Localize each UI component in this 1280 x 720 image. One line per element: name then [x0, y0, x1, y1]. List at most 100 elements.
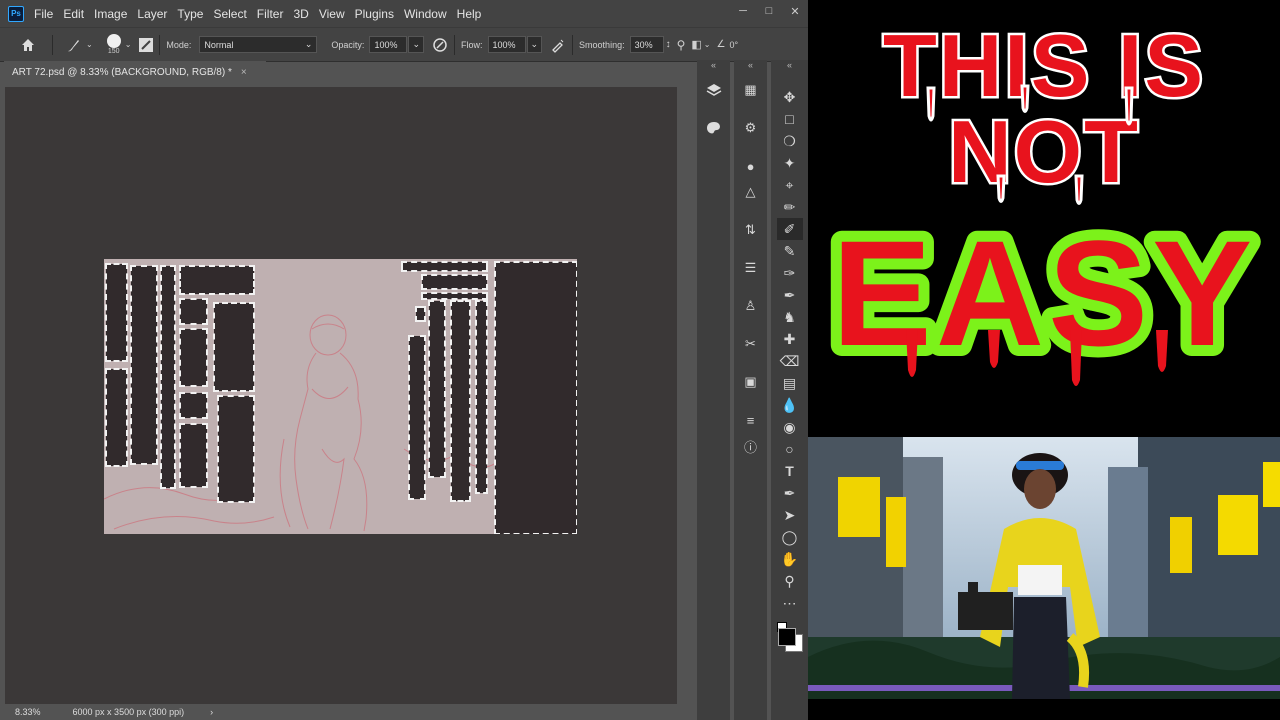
zoom-level[interactable]: 8.33% [15, 707, 41, 717]
brush-size-value: 150 [107, 48, 120, 55]
opacity-dropdown-icon[interactable]: ⌄ [408, 36, 424, 53]
menu-select[interactable]: Select [213, 7, 246, 21]
move-tool-icon[interactable]: ✥ [777, 86, 803, 108]
type-tool-icon[interactable]: T [777, 460, 803, 482]
healing-tool-icon[interactable]: ✚ [777, 328, 803, 350]
brush-size-picker[interactable]: 150 [106, 34, 121, 55]
channels-icon[interactable]: ⇅ [739, 218, 763, 242]
document-tab[interactable]: ART 72.psd @ 8.33% (BACKGROUND, RGB/8) *… [4, 61, 266, 84]
menu-3d[interactable]: 3D [293, 7, 308, 21]
close-tab-icon[interactable]: × [241, 67, 247, 78]
brush-settings-icon[interactable] [139, 37, 154, 52]
menu-help[interactable]: Help [457, 7, 482, 21]
path-selection-tool-icon[interactable]: ➤ [777, 504, 803, 526]
color-palette-icon[interactable] [702, 116, 726, 140]
menu-layer[interactable]: Layer [137, 7, 167, 21]
foreground-color-swatch[interactable] [777, 628, 796, 646]
menu-window[interactable]: Window [404, 7, 447, 21]
quick-select-tool-icon[interactable]: ✦ [777, 152, 803, 174]
gradient-tool-icon[interactable]: ▤ [777, 372, 803, 394]
menu-file[interactable]: File [34, 7, 53, 21]
info-icon[interactable]: ⓘ [739, 434, 763, 458]
home-icon[interactable] [20, 37, 36, 53]
collapse-dock-icon[interactable]: « [697, 60, 730, 70]
pen-tool-icon[interactable]: ✒ [777, 482, 803, 504]
dodge-tool-icon[interactable]: ◉ [777, 416, 803, 438]
brush-tool-icon[interactable]: ✐ [776, 218, 803, 240]
smoothing-value: 30% [634, 39, 653, 50]
panel-dock-left: « [697, 60, 730, 720]
opacity-value: 100% [374, 39, 398, 50]
flow-dropdown-icon[interactable]: ⌄ [526, 36, 543, 53]
marquee-tool-icon[interactable]: □ [777, 108, 803, 130]
symmetry-icon[interactable]: ◧ [691, 38, 701, 51]
swatches-grid-icon[interactable]: ▦ [739, 78, 763, 102]
brush-preset-icon[interactable]: ⌄ [65, 36, 93, 54]
comic-panel [421, 292, 488, 300]
paths-icon[interactable]: △ [739, 180, 763, 204]
eraser-tool-icon[interactable]: ⌫ [777, 350, 803, 372]
collapse-tools-icon[interactable]: « [771, 60, 808, 70]
collapse-dock-icon[interactable]: « [734, 60, 767, 70]
blur-tool-icon[interactable]: 💧 [777, 394, 803, 416]
flow-field[interactable]: 100% [487, 36, 526, 53]
libraries-icon[interactable]: ● [739, 154, 763, 178]
smoothing-label: Smoothing: [579, 39, 625, 50]
minimize-icon[interactable]: ─ [730, 0, 756, 22]
smoothing-field[interactable]: 30% [629, 36, 664, 53]
menu-plugins[interactable]: Plugins [355, 7, 394, 21]
mode-select[interactable]: Normal ⌄ [199, 36, 318, 53]
comic-panel [179, 328, 208, 387]
pencil-tool-icon[interactable]: ✎ [777, 240, 803, 262]
pressure-opacity-icon[interactable] [432, 37, 448, 53]
adjustments-icon[interactable]: ≡ [739, 408, 763, 432]
menu-edit[interactable]: Edit [63, 7, 84, 21]
brush-settings-panel-icon[interactable]: ☰ [739, 256, 763, 280]
menu-filter[interactable]: Filter [257, 7, 284, 21]
angle-icon[interactable]: ∠ [716, 39, 725, 50]
status-arrow-icon[interactable]: › [210, 707, 213, 717]
status-bar: 8.33% 6000 px x 3500 px (300 ppi) › [0, 704, 677, 720]
color-swatches[interactable] [775, 622, 805, 652]
hand-tool-icon[interactable]: ✋ [777, 548, 803, 570]
crop-tool-icon[interactable]: ⌖ [777, 174, 803, 196]
photoshop-logo[interactable]: Ps [8, 5, 24, 22]
eyedropper-tool-icon[interactable]: ✏ [777, 196, 803, 218]
airbrush-icon[interactable] [550, 37, 566, 53]
clone-source-icon[interactable]: ♙ [739, 294, 763, 318]
zoom-tool-icon[interactable]: ⚲ [777, 570, 803, 592]
thumbnail-overlay: THIS IS NOT EASY [808, 0, 1280, 720]
lasso-tool-icon[interactable]: ❍ [777, 130, 803, 152]
comic-panel [428, 300, 446, 478]
close-window-icon[interactable]: ✕ [782, 0, 808, 22]
menu-type[interactable]: Type [177, 7, 203, 21]
thumbnail-title-art: THIS IS NOT EASY [821, 14, 1263, 389]
smoothing-slider-icon[interactable]: ↕ [666, 39, 671, 50]
more-tools-icon[interactable]: ⋯ [777, 592, 803, 614]
comic-panel [179, 392, 208, 419]
mixer-brush-tool-icon[interactable]: ✑ [777, 262, 803, 284]
canvas-area[interactable] [5, 87, 677, 704]
document-canvas[interactable] [104, 259, 577, 534]
comic-panel [105, 368, 128, 467]
menu-view[interactable]: View [319, 7, 345, 21]
comic-panel [130, 265, 158, 465]
opacity-field[interactable]: 100% [369, 36, 408, 53]
stamp-tool-icon[interactable]: ♞ [777, 306, 803, 328]
angle-value[interactable]: 0° [729, 40, 738, 50]
anime-illustration [808, 437, 1280, 699]
navigator-icon[interactable]: ▣ [739, 370, 763, 394]
properties-sliders-icon[interactable]: ⚙ [739, 116, 763, 140]
history-brush-tool-icon[interactable]: ✒ [777, 284, 803, 306]
smudge-tool-icon[interactable]: ○ [777, 438, 803, 460]
tool-presets-icon[interactable]: ✂ [739, 332, 763, 356]
layers-icon[interactable] [702, 78, 726, 102]
comic-panel [415, 306, 426, 322]
options-bar: ⌄ 150 ⌄ Mode: Normal ⌄ Opacity: 100% ⌄ Fl… [0, 27, 808, 62]
chevron-down-icon[interactable]: ⌄ [125, 40, 132, 49]
menu-image[interactable]: Image [94, 7, 127, 21]
symmetry-dropdown-icon[interactable]: ⌄ [704, 40, 711, 49]
ellipse-tool-icon[interactable]: ◯ [777, 526, 803, 548]
search-icon[interactable]: ⚲ [677, 38, 686, 52]
maximize-icon[interactable]: □ [756, 0, 782, 22]
